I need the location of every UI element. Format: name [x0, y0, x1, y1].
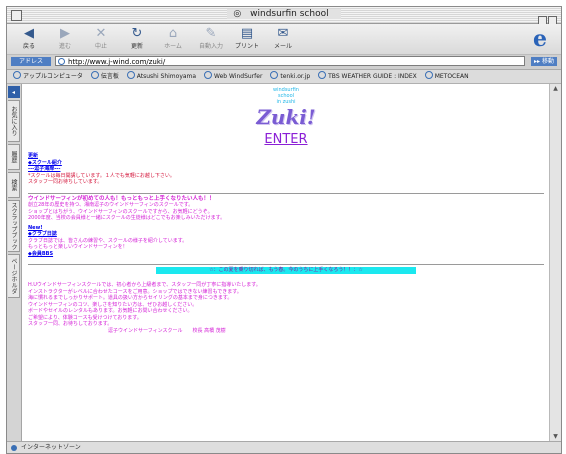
browser-window: ◎ windsurfin school ◀ 戻る ▶ 進む ✕ 中止 ↻ 更新 ⌂ ホーム…: [6, 6, 562, 454]
sidebar-tab-scrapbook[interactable]: スクラップブック: [8, 200, 20, 252]
favorite-globe-icon: [318, 71, 327, 79]
page-content: windsurfin school in zushi Zuki! ENTER 更…: [22, 84, 550, 441]
school-intro-link[interactable]: ◆スクール紹介: [28, 160, 62, 166]
divider: [28, 192, 544, 194]
favorite-link[interactable]: Web WindSurfer: [204, 70, 262, 83]
print-button[interactable]: ▤ プリント: [233, 26, 261, 50]
print-icon: ▤: [240, 26, 254, 41]
logo-text: Zuki!: [256, 105, 316, 129]
scroll-up-icon[interactable]: ▲: [551, 84, 560, 93]
scroll-down-icon[interactable]: ▼: [551, 432, 560, 441]
favorite-globe-icon: [126, 71, 135, 79]
favorite-link[interactable]: tenki.or.jp: [270, 70, 310, 83]
toolbar: ◀ 戻る ▶ 進む ✕ 中止 ↻ 更新 ⌂ ホーム ✎ 自動入力 ▤ プリント ✉ メール e: [7, 24, 561, 55]
favorite-link[interactable]: METOCEAN: [424, 70, 469, 83]
window-title: ◎ windsurfin school: [7, 9, 561, 19]
forward-button[interactable]: ▶ 進む: [51, 26, 79, 50]
member-bbs-link[interactable]: ◆会員BBS: [28, 251, 53, 257]
sidebar-tab-page-holder[interactable]: ページホルダ: [8, 254, 20, 298]
sidebar-tab-history[interactable]: 履歴: [8, 144, 20, 170]
forward-arrow-icon: ▶: [60, 26, 70, 41]
title-bar[interactable]: ◎ windsurfin school: [7, 7, 561, 25]
autofill-icon: ✎: [205, 26, 217, 41]
back-arrow-icon: ◀: [24, 26, 34, 41]
status-text: インターネットゾーン: [21, 444, 81, 451]
address-label: アドレス: [11, 57, 51, 66]
school-logo[interactable]: windsurfin school in zushi Zuki!: [28, 87, 544, 128]
refresh-icon: ↻: [131, 26, 143, 41]
stop-icon: ✕: [95, 26, 107, 41]
mail-icon: ✉: [277, 26, 289, 41]
internet-zone-icon: [11, 445, 17, 451]
autofill-button[interactable]: ✎ 自動入力: [197, 26, 225, 50]
enter-link[interactable]: ENTER: [264, 132, 307, 147]
address-field[interactable]: http://www.j-wind.com/zuki/: [55, 56, 525, 66]
favorite-globe-icon: [90, 71, 99, 79]
footer-signature: 逗子ウインドサーフィンスクール 校長 高橋 茂樹: [108, 327, 226, 334]
announcement-banner: ☆：この夏を乗り切れば、もう春。今のうちに上手くなろう！！：☆: [156, 267, 416, 274]
favorite-globe-icon: [13, 71, 21, 79]
favorite-link[interactable]: 伝言板: [90, 70, 119, 83]
vertical-scrollbar[interactable]: ▲ ▼: [549, 84, 561, 441]
update-link[interactable]: 更新: [28, 153, 38, 159]
go-button[interactable]: ▸▸ 移動: [531, 57, 557, 66]
sidebar-toggle-icon[interactable]: ◂: [8, 86, 20, 98]
new-badge[interactable]: New!: [28, 225, 42, 231]
favorite-link[interactable]: TBS WEATHER GUIDE : INDEX: [318, 70, 417, 83]
favorite-link[interactable]: アップルコンピュータ: [13, 70, 83, 83]
window-controls[interactable]: [537, 10, 557, 25]
ie-logo-icon: e: [533, 26, 547, 52]
status-bar: インターネットゾーン: [7, 441, 561, 453]
sidebar-tab-search[interactable]: 検索: [8, 172, 20, 198]
favorites-bar: アップルコンピュータ 伝言板 Atsushi Shimoyama Web Win…: [7, 70, 561, 84]
zushi-beach-link[interactable]: ---逗子海岸---: [28, 166, 60, 172]
sidebar-tab-favorites[interactable]: お気に入り: [8, 100, 20, 142]
home-icon: ⌂: [168, 26, 178, 41]
favorite-globe-icon: [204, 71, 212, 79]
globe-icon: [58, 58, 65, 65]
club-diary-link[interactable]: ◆クラブ日誌: [28, 231, 57, 237]
favorite-link[interactable]: Atsushi Shimoyama: [126, 70, 196, 83]
home-button[interactable]: ⌂ ホーム: [159, 26, 187, 50]
refresh-button[interactable]: ↻ 更新: [123, 26, 151, 50]
address-bar: アドレス http://www.j-wind.com/zuki/ ▸▸ 移動: [7, 55, 561, 70]
favorite-globe-icon: [270, 71, 279, 79]
stop-button[interactable]: ✕ 中止: [87, 26, 115, 50]
divider: [28, 264, 544, 265]
address-url: http://www.j-wind.com/zuki/: [68, 58, 166, 66]
back-button[interactable]: ◀ 戻る: [15, 26, 43, 50]
mail-button[interactable]: ✉ メール: [269, 26, 297, 50]
favorite-globe-icon: [424, 71, 433, 79]
explorer-sidebar: ◂ お気に入り 履歴 検索 スクラップブック ページホルダ: [7, 84, 22, 441]
